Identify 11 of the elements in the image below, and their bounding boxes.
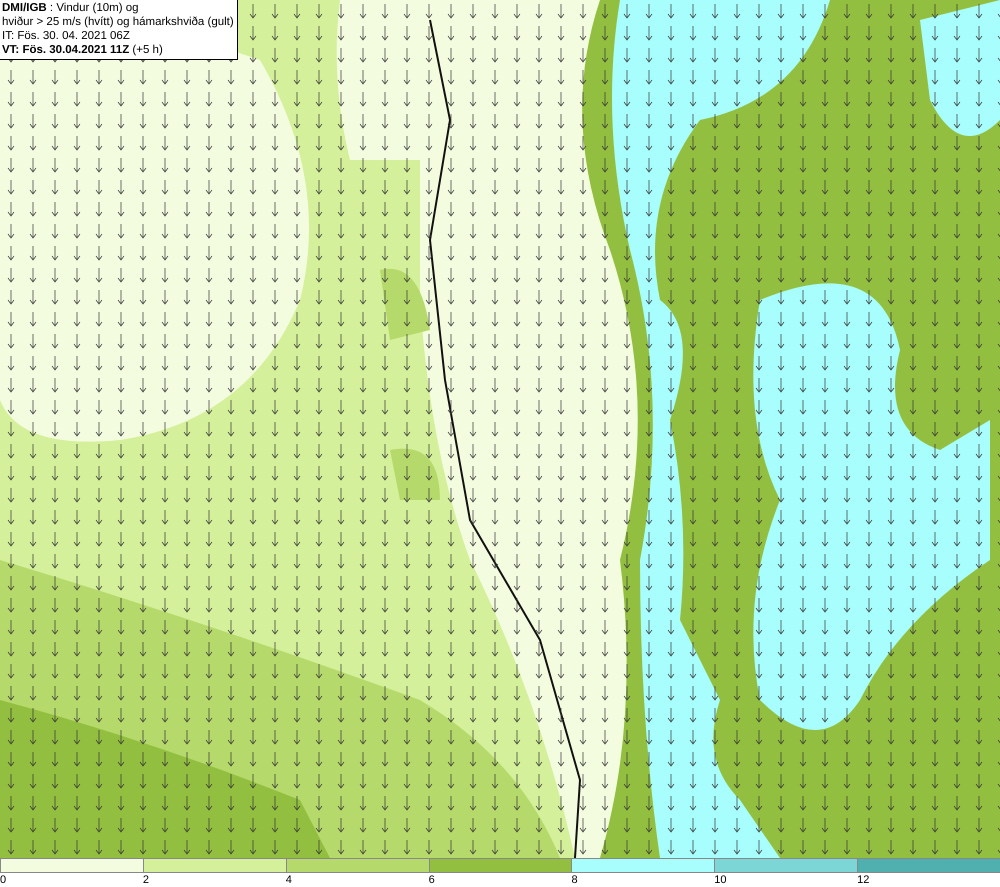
info-line: hviður > 25 m/s (hvítt) og hámarkshviða (gult) <box>2 15 234 29</box>
legend-tick-label: 10 <box>714 873 727 887</box>
info-line: IT: Fös. 30. 04. 2021 06Z <box>2 29 131 43</box>
legend-tick-label: 4 <box>286 873 292 887</box>
legend-tick-label: 6 <box>428 873 435 887</box>
info-line: DMI/IGB : Vindur (10m) og <box>2 1 140 15</box>
legend-tick-label: 2 <box>142 873 149 887</box>
legend-tick-label: 8 <box>571 873 578 887</box>
info-line: VT: Fös. 30.04.2021 11Z (+5 h) <box>2 43 164 57</box>
legend-tick-label: 12 <box>857 873 870 887</box>
legend-tick-label: 0 <box>0 873 6 887</box>
